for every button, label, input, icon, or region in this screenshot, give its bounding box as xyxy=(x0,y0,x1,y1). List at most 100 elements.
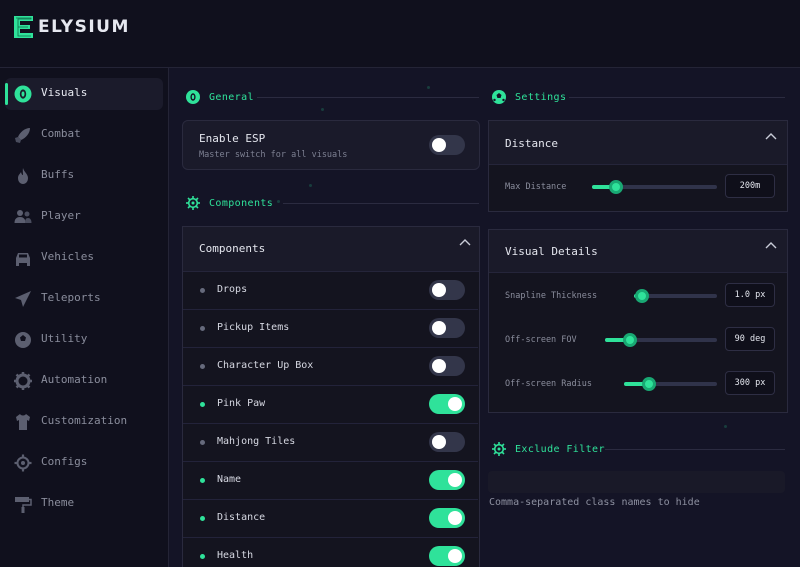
component-label: Character Up Box xyxy=(217,360,314,371)
components-panel-header[interactable]: Components xyxy=(183,227,479,272)
sidebar-item-customization[interactable]: Customization xyxy=(5,406,163,438)
health-toggle[interactable] xyxy=(429,546,465,566)
background-particle xyxy=(724,425,727,428)
snapline-thickness-slider[interactable] xyxy=(634,289,717,303)
sidebar-item-label: Player xyxy=(41,209,81,222)
background-particle xyxy=(321,108,324,111)
sidebar-item-teleports[interactable]: Teleports xyxy=(5,283,163,315)
visual-details-panel-header[interactable]: Visual Details xyxy=(489,230,787,273)
toggle-knob xyxy=(448,397,462,411)
character-up-box-toggle[interactable] xyxy=(429,356,465,376)
sidebar-item-label: Vehicles xyxy=(41,250,94,263)
chevron-up-icon[interactable] xyxy=(459,238,471,246)
snapline-thickness-value[interactable]: 1.0 px xyxy=(725,283,775,307)
status-dot xyxy=(200,516,205,521)
section-title: General xyxy=(209,91,254,103)
car-icon xyxy=(16,253,30,266)
pickup-items-toggle[interactable] xyxy=(429,318,465,338)
sidebar-item-automation[interactable]: Automation xyxy=(5,365,163,397)
component-label: Pickup Items xyxy=(217,322,290,333)
components-panel: Components Drops Pickup Items Character … xyxy=(182,226,480,567)
sidebar-item-label: Automation xyxy=(41,373,108,386)
section-title: Exclude Filter xyxy=(515,443,605,455)
logo-text: ELYSIUM xyxy=(38,17,130,37)
offscreen-fov-value[interactable]: 90 deg xyxy=(725,327,775,351)
eye-icon xyxy=(186,90,200,104)
max-distance-slider[interactable] xyxy=(592,180,717,194)
background-particle xyxy=(427,86,430,89)
general-section-header: General xyxy=(185,89,254,105)
component-row-character-up-box: Character Up Box xyxy=(183,348,478,386)
chevron-up-icon[interactable] xyxy=(765,241,777,249)
sidebar-item-label: Theme xyxy=(41,496,75,509)
slider-label: Off-screen Radius xyxy=(505,379,592,389)
status-dot xyxy=(200,326,205,331)
eye-icon xyxy=(14,85,32,103)
status-dot xyxy=(200,554,205,559)
sidebar-item-player[interactable]: Player xyxy=(5,201,163,233)
toggle-knob xyxy=(432,321,446,335)
component-row-distance: Distance xyxy=(183,500,478,538)
distance-panel-header[interactable]: Distance xyxy=(489,121,787,165)
offscreen-fov-slider[interactable] xyxy=(605,333,717,347)
toggle-knob xyxy=(432,435,446,449)
sidebar-item-visuals[interactable]: Visuals xyxy=(5,78,163,110)
slider-thumb[interactable] xyxy=(609,180,623,194)
sidebar-item-vehicles[interactable]: Vehicles xyxy=(5,242,163,274)
sidebar-item-configs[interactable]: Configs xyxy=(5,447,163,479)
component-row-drops: Drops xyxy=(183,272,478,310)
toggle-knob xyxy=(448,511,462,525)
components-section-header: Components xyxy=(185,195,273,211)
drops-toggle[interactable] xyxy=(429,280,465,300)
pink-paw-toggle[interactable] xyxy=(429,394,465,414)
offscreen-radius-slider[interactable] xyxy=(624,377,717,391)
name-toggle[interactable] xyxy=(429,470,465,490)
shirt-icon xyxy=(16,414,30,430)
distance-toggle[interactable] xyxy=(429,508,465,528)
toggle-knob xyxy=(448,473,462,487)
component-row-name: Name xyxy=(183,462,478,500)
slider-thumb[interactable] xyxy=(642,377,656,391)
status-dot xyxy=(200,440,205,445)
component-row-pickup-items: Pickup Items xyxy=(183,310,478,348)
rocket-icon xyxy=(15,128,30,143)
top-bar: ELYSIUM xyxy=(0,0,800,68)
panel-title: Distance xyxy=(505,137,558,150)
status-dot xyxy=(200,364,205,369)
toggle-knob xyxy=(448,549,462,563)
logo: ELYSIUM xyxy=(12,14,130,40)
exclude-filter-input[interactable] xyxy=(488,471,785,493)
mahjong-tiles-toggle[interactable] xyxy=(429,432,465,452)
max-distance-value[interactable]: 200m xyxy=(725,174,775,198)
offscreen-radius-value[interactable]: 300 px xyxy=(725,371,775,395)
panel-title: Visual Details xyxy=(505,245,598,258)
slider-thumb[interactable] xyxy=(635,289,649,303)
section-divider xyxy=(283,203,479,204)
paint-roller-icon xyxy=(15,497,32,513)
sidebar-item-combat[interactable]: Combat xyxy=(5,119,163,151)
component-label: Pink Paw xyxy=(217,398,266,409)
sidebar-item-buffs[interactable]: Buffs xyxy=(5,160,163,192)
slider-label: Snapline Thickness xyxy=(505,291,598,301)
gear-icon xyxy=(14,454,32,472)
enable-esp-card: Enable ESP Master switch for all visuals xyxy=(182,120,480,170)
sidebar-item-label: Buffs xyxy=(41,168,75,181)
component-label: Distance xyxy=(217,512,266,523)
section-divider xyxy=(605,449,785,450)
gear-icon xyxy=(492,442,506,456)
enable-esp-toggle[interactable] xyxy=(429,135,465,155)
enable-esp-label: Enable ESP xyxy=(199,132,266,145)
section-divider xyxy=(257,97,479,98)
component-row-health: Health xyxy=(183,538,478,567)
globe-icon xyxy=(492,90,506,104)
enable-esp-description: Master switch for all visuals xyxy=(199,150,348,160)
slider-label: Off-screen FOV xyxy=(505,335,577,345)
sidebar-item-theme[interactable]: Theme xyxy=(5,488,163,520)
sidebar-item-label: Utility xyxy=(41,332,88,345)
toggle-knob xyxy=(432,283,446,297)
sidebar-item-label: Configs xyxy=(41,455,88,468)
chevron-up-icon[interactable] xyxy=(765,132,777,140)
sidebar-item-utility[interactable]: Utility xyxy=(5,324,163,356)
exclude-filter-section-header: Exclude Filter xyxy=(491,441,605,457)
slider-thumb[interactable] xyxy=(623,333,637,347)
